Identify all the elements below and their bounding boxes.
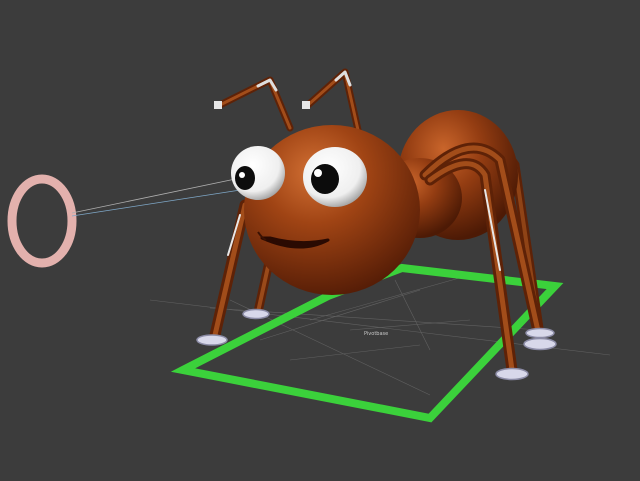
antennae xyxy=(216,68,362,134)
ant-eye-left[interactable] xyxy=(231,146,285,200)
eye-target-ring[interactable] xyxy=(7,174,77,268)
left-front-leg xyxy=(209,199,251,341)
3d-viewport[interactable]: Pivotbase xyxy=(0,0,640,481)
antenna-tip-left xyxy=(214,101,222,109)
ant-eye-right[interactable] xyxy=(303,147,367,207)
antenna-tip-right xyxy=(302,101,310,109)
pivot-label: Pivotbase xyxy=(364,331,388,337)
scene-canvas[interactable]: Pivotbase xyxy=(0,0,640,481)
